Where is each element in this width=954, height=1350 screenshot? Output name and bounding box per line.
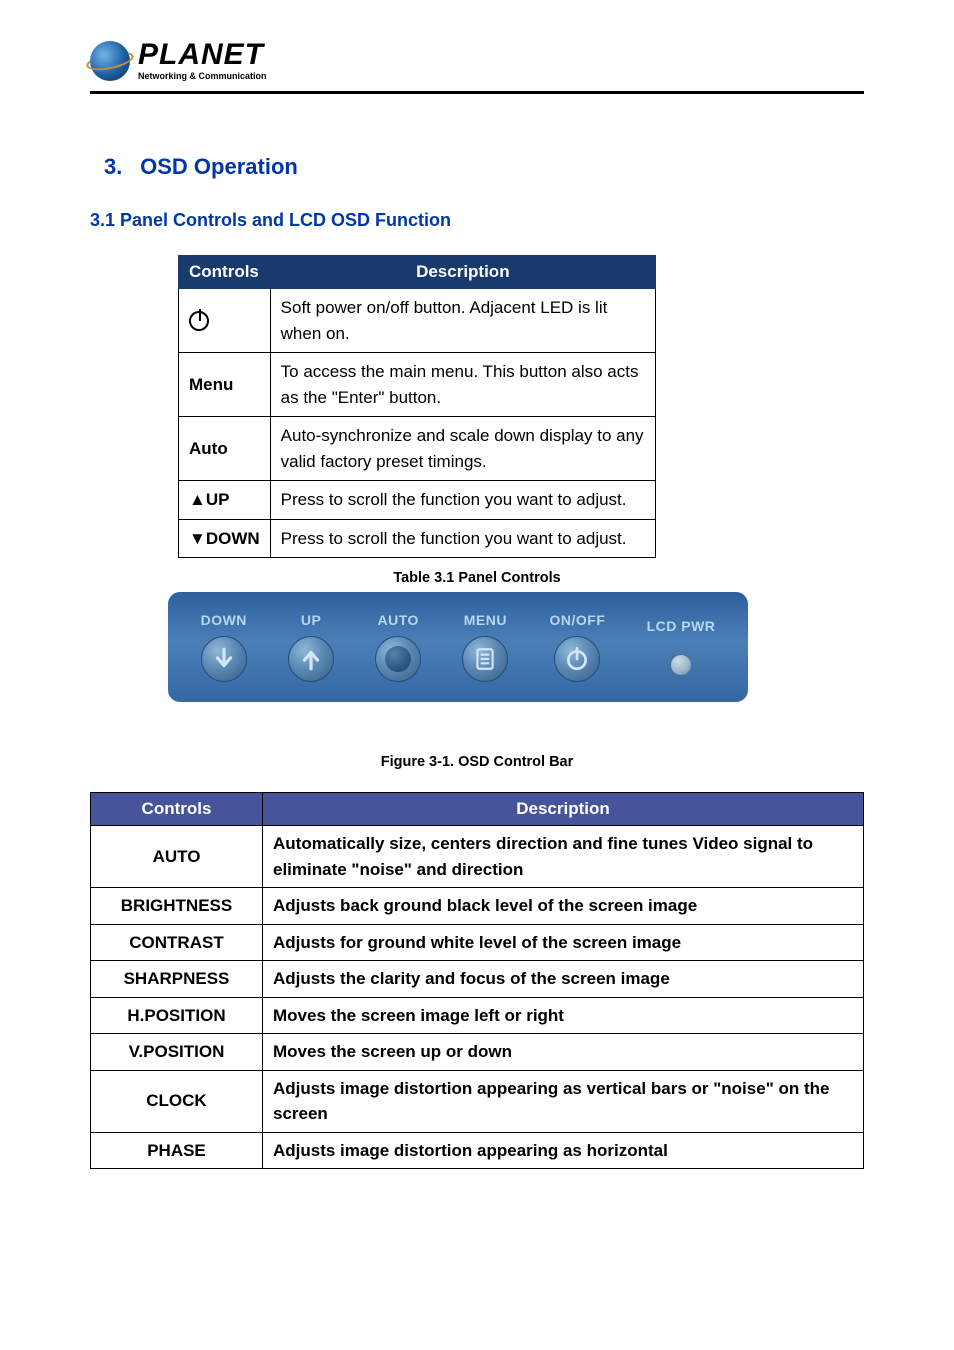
down-arrow-icon — [201, 636, 247, 682]
table2-cell: Adjusts image distortion appearing as ve… — [263, 1070, 864, 1132]
logo-name: PLANET — [138, 40, 267, 70]
table2-cell: BRIGHTNESS — [91, 888, 263, 925]
table-row: CLOCK Adjusts image distortion appearing… — [91, 1070, 864, 1132]
control-bar-item-up: UP — [288, 612, 334, 682]
table-row: H.POSITION Moves the screen image left o… — [91, 997, 864, 1034]
table1-header-controls: Controls — [179, 256, 271, 289]
table1-cell: To access the main menu. This button als… — [270, 353, 655, 417]
section-title: OSD Operation — [140, 154, 298, 179]
table1-caption: Table 3.1 Panel Controls — [90, 570, 864, 586]
table1-cell: Press to scroll the function you want to… — [270, 519, 655, 558]
osd-control-bar: DOWN UP AUTO MENU ON/OFF LCD PWR — [168, 592, 748, 702]
table2-cell: V.POSITION — [91, 1034, 263, 1071]
table1-cell: Soft power on/off button. Adjacent LED i… — [270, 289, 655, 353]
power-button-icon — [554, 636, 600, 682]
table1-cell: Menu — [179, 353, 271, 417]
solid-circle-icon — [375, 636, 421, 682]
power-icon — [189, 311, 209, 331]
table2-cell: Adjusts the clarity and focus of the scr… — [263, 961, 864, 998]
table-row: ▼DOWN Press to scroll the function you w… — [179, 519, 656, 558]
table2-cell: Moves the screen image left or right — [263, 997, 864, 1034]
table2-cell: CONTRAST — [91, 924, 263, 961]
table2-cell: Adjusts image distortion appearing as ho… — [263, 1132, 864, 1169]
table-row: Auto Auto-synchronize and scale down dis… — [179, 417, 656, 481]
table1-cell: Auto — [179, 417, 271, 481]
control-bar-label: AUTO — [378, 612, 419, 628]
osd-menu-table: Controls Description AUTO Automatically … — [90, 792, 864, 1169]
logo-tagline: Networking & Communication — [138, 72, 267, 81]
up-arrow-icon — [288, 636, 334, 682]
table2-cell: PHASE — [91, 1132, 263, 1169]
control-bar-label: UP — [301, 612, 321, 628]
table2-cell: AUTO — [91, 826, 263, 888]
table2-cell: H.POSITION — [91, 997, 263, 1034]
table-row: Menu To access the main menu. This butto… — [179, 353, 656, 417]
table2-header-description: Description — [263, 793, 864, 826]
menu-list-icon — [462, 636, 508, 682]
table2-cell: Moves the screen up or down — [263, 1034, 864, 1071]
table1-cell: ▲UP — [179, 481, 271, 520]
control-bar-item-down: DOWN — [201, 612, 247, 682]
control-bar-label: MENU — [464, 612, 507, 628]
header-divider — [90, 91, 864, 94]
section-heading: 3. OSD Operation — [90, 154, 864, 180]
control-bar-label: ON/OFF — [550, 612, 606, 628]
control-bar-item-menu: MENU — [462, 612, 508, 682]
table-row: ▲UP Press to scroll the function you wan… — [179, 481, 656, 520]
table1-cell: ▼DOWN — [179, 519, 271, 558]
table-row: PHASE Adjusts image distortion appearing… — [91, 1132, 864, 1169]
table2-header-controls: Controls — [91, 793, 263, 826]
table-row: SHARPNESS Adjusts the clarity and focus … — [91, 961, 864, 998]
table1-header-description: Description — [270, 256, 655, 289]
panel-controls-table: Controls Description Soft power on/off b… — [178, 255, 656, 558]
subsection-title: 3.1 Panel Controls and LCD OSD Function — [90, 210, 864, 231]
table2-cell: SHARPNESS — [91, 961, 263, 998]
table2-cell: Adjusts back ground black level of the s… — [263, 888, 864, 925]
table-row: BRIGHTNESS Adjusts back ground black lev… — [91, 888, 864, 925]
brand-logo: PLANET Networking & Communication — [90, 40, 864, 81]
table-row: V.POSITION Moves the screen up or down — [91, 1034, 864, 1071]
globe-icon — [90, 41, 130, 81]
control-bar-label: DOWN — [201, 612, 247, 628]
table2-cell: Adjusts for ground white level of the sc… — [263, 924, 864, 961]
table-row: CONTRAST Adjusts for ground white level … — [91, 924, 864, 961]
table2-cell: CLOCK — [91, 1070, 263, 1132]
control-bar-item-auto: AUTO — [375, 612, 421, 682]
control-bar-label: LCD PWR — [647, 618, 716, 634]
table1-cell: Auto-synchronize and scale down display … — [270, 417, 655, 481]
table-row: Soft power on/off button. Adjacent LED i… — [179, 289, 656, 353]
table1-cell: Press to scroll the function you want to… — [270, 481, 655, 520]
section-number: 3. — [104, 154, 122, 179]
led-indicator-icon — [670, 654, 692, 676]
control-bar-item-onoff: ON/OFF — [550, 612, 606, 682]
figure-caption: Figure 3-1. OSD Control Bar — [90, 754, 864, 770]
table2-cell: Automatically size, centers direction an… — [263, 826, 864, 888]
table-row: AUTO Automatically size, centers directi… — [91, 826, 864, 888]
control-bar-item-lcdpwr: LCD PWR — [647, 618, 716, 676]
